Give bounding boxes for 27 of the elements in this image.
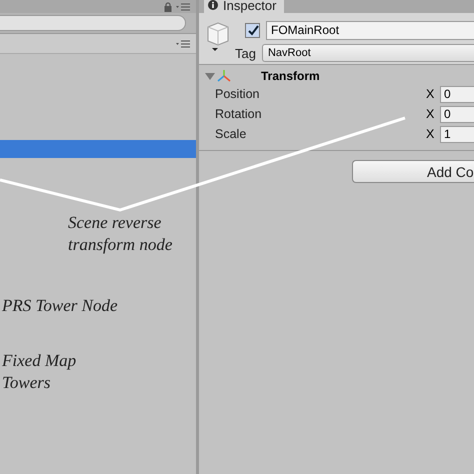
axis-label: X (426, 127, 436, 141)
active-checkbox[interactable] (245, 23, 260, 38)
value-field[interactable]: 0 (440, 106, 474, 122)
axis-label: X (426, 87, 436, 101)
property-label: Position (215, 87, 260, 101)
property-label: Scale (215, 127, 248, 141)
component-title: Transform (261, 69, 320, 83)
search-field[interactable] (0, 15, 186, 31)
axes-icon (217, 69, 231, 83)
lock-icon[interactable] (164, 2, 172, 12)
value-field[interactable]: 0 (440, 86, 474, 102)
name-field[interactable]: FOMainRoot (266, 21, 474, 40)
value-field[interactable]: 1 (440, 126, 474, 142)
info-icon (208, 0, 218, 10)
menu-icon[interactable] (176, 40, 190, 48)
inspector-tab[interactable]: Inspector (204, 0, 284, 13)
tag-label: Tag (235, 46, 256, 60)
annotation-text: PRS Tower Node (2, 295, 119, 317)
property-label: Rotation (215, 107, 263, 121)
axis-label: X (426, 107, 436, 121)
annotation-text: Fixed Map Towers (2, 350, 78, 394)
cube-icon (205, 21, 231, 53)
annotation-text: Scene reverse transform node (68, 212, 174, 256)
add-component-button[interactable]: Add Co (352, 160, 474, 183)
tag-dropdown[interactable]: NavRoot (262, 44, 474, 62)
menu-icon[interactable] (176, 2, 190, 10)
foldout-icon[interactable] (205, 71, 215, 81)
